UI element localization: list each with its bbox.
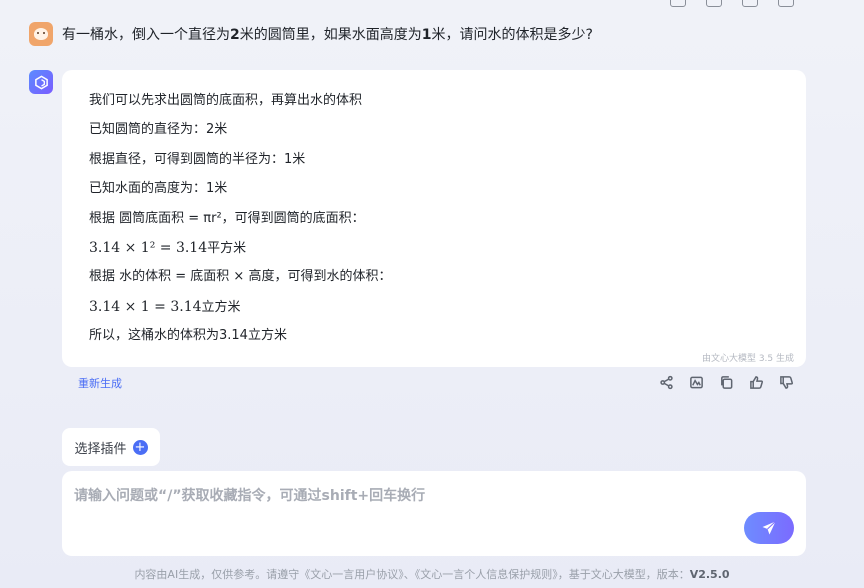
user-avatar: [29, 22, 53, 46]
answer-line: 根据 圆筒底面积 = πr²，可得到圆筒的底面积：: [89, 210, 365, 226]
formula-volume: 3.14 × 1 = 3.14立方米: [89, 298, 241, 315]
answer-card: 我们可以先求出圆筒的底面积，再算出水的体积 已知圆筒的直径为：2米 根据直径，可…: [62, 70, 806, 367]
bot-avatar: [29, 70, 53, 94]
share-icon[interactable]: [658, 374, 675, 391]
plus-icon: +: [132, 439, 148, 455]
answer-conclusion: 所以，这桶水的体积为3.14立方米: [89, 328, 287, 344]
input-placeholder: 请输入问题或“/”获取收藏指令，可通过shift+回车换行: [74, 488, 426, 504]
thumbs-up-icon[interactable]: [748, 374, 765, 391]
previous-message-toolbar: [670, 0, 794, 7]
answer-line: 根据直径，可得到圆筒的半径为：1米: [89, 151, 306, 167]
footer-disclaimer: 内容由AI生成，仅供参考。请遵守《文心一言用户协议》、《文心一言个人信息保护规则…: [134, 568, 730, 581]
user-question: 有一桶水，倒入一个直径为2米的圆筒里，如果水面高度为1米，请问水的体积是多少?: [62, 27, 593, 43]
edit-icon[interactable]: [778, 0, 794, 7]
answer-line: 已知水面的高度为：1米: [89, 181, 228, 197]
plugin-label: 选择插件: [74, 441, 127, 457]
image-icon[interactable]: [706, 0, 722, 7]
thumbs-down-icon[interactable]: [778, 374, 795, 391]
formula-area: 3.14 × 1² = 3.14平方米: [89, 239, 247, 256]
share-icon[interactable]: [670, 0, 686, 7]
image-icon[interactable]: [688, 374, 705, 391]
answer-line: 我们可以先求出圆筒的底面积，再算出水的体积: [89, 93, 363, 108]
answer-line: 根据 水的体积 = 底面积 × 高度，可得到水的体积：: [89, 269, 392, 285]
select-plugin-button[interactable]: 选择插件 +: [62, 428, 160, 466]
answer-text: 我们可以先求出圆筒的底面积，再算出水的体积 已知圆筒的直径为：2米 根据直径，可…: [89, 90, 391, 355]
model-watermark: 由文心大模型 3.5 生成: [701, 354, 794, 364]
send-icon: [762, 521, 776, 535]
regenerate-button[interactable]: 重新生成: [78, 375, 122, 391]
send-button[interactable]: [744, 512, 794, 544]
answer-actions: [658, 374, 795, 391]
message-input[interactable]: 请输入问题或“/”获取收藏指令，可通过shift+回车换行: [62, 471, 806, 556]
answer-line: 已知圆筒的直径为：2米: [89, 122, 228, 138]
copy-icon[interactable]: [742, 0, 758, 7]
copy-icon[interactable]: [718, 374, 735, 391]
